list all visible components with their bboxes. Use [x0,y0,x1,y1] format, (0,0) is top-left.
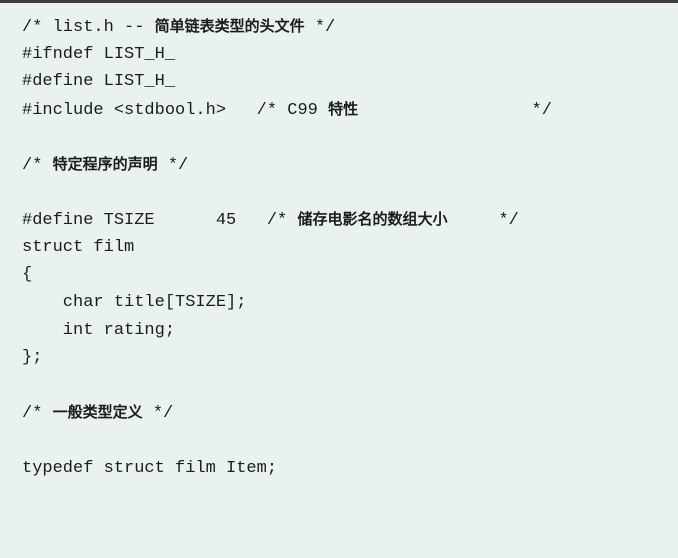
code-line: struct film [22,237,135,257]
code-line: char title[TSIZE]; [22,292,247,312]
code-line: }; [22,348,43,368]
code-line: #include <stdbool.h> /* C99 特性 */ [22,99,552,120]
code-line: /* 特定程序的声明 */ [22,154,189,175]
code-line: typedef struct film Item; [22,458,278,478]
code-line: /* 一般类型定义 */ [22,403,174,424]
code-line: #define TSIZE 45 /* 储存电影名的数组大小 */ [22,210,519,231]
code-line: { [22,265,33,285]
code-listing-panel: /* list.h -- 简单链表类型的头文件 */ #ifndef LIST_… [0,0,678,558]
code-line: int rating; [22,320,176,340]
code-line: #ifndef LIST_H_ [22,44,176,64]
code-line: /* list.h -- 简单链表类型的头文件 */ [22,17,336,37]
code-body: /* list.h -- 简单链表类型的头文件 */ #ifndef LIST_… [22,13,668,482]
code-line: #define LIST_H_ [22,72,176,92]
